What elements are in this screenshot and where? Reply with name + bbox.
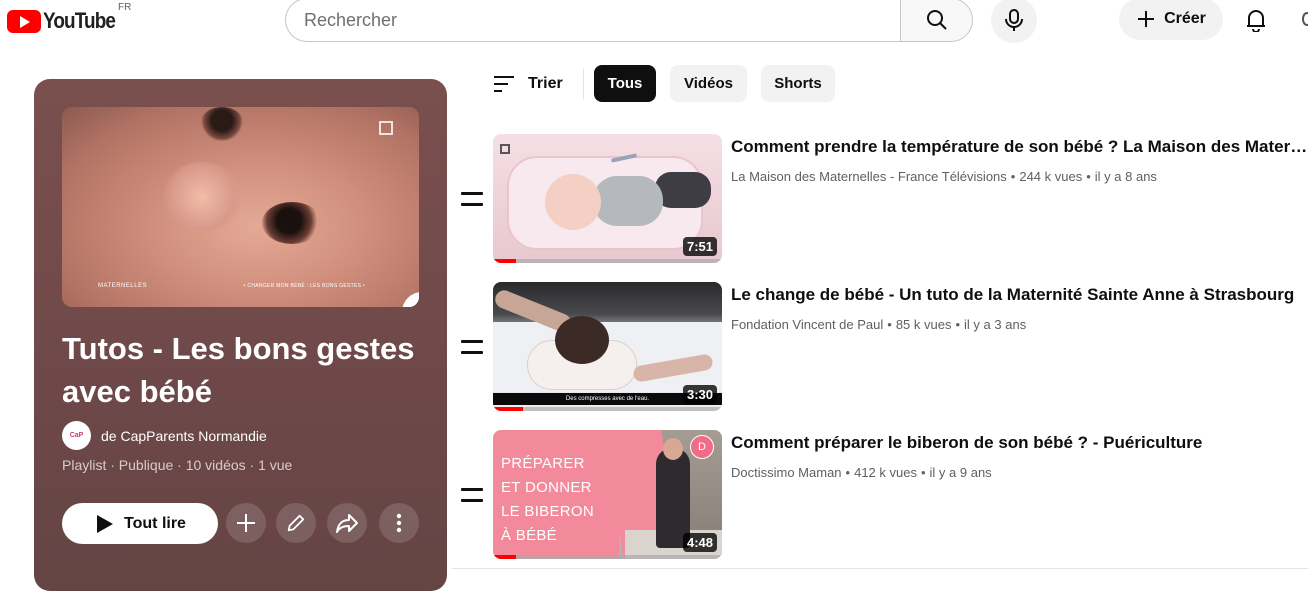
thumb-eye (200, 107, 244, 141)
video-meta: Doctissimo Maman • 412 k vues • il y a 9 ans (731, 465, 992, 480)
logo-text: YouTube (43, 8, 116, 33)
video-channel[interactable]: La Maison des Maternelles - France Télév… (731, 169, 1007, 184)
video-channel[interactable]: Fondation Vincent de Paul (731, 317, 883, 332)
playlist-video-row[interactable]: Des compresses avec de l'eau. 3:30 Le ch… (452, 282, 1308, 417)
plus-icon (237, 514, 255, 532)
video-channel[interactable]: Doctissimo Maman (731, 465, 842, 480)
video-meta: La Maison des Maternelles - France Télév… (731, 169, 1157, 184)
notifications-button[interactable] (1236, 0, 1276, 40)
drag-handle-icon[interactable] (461, 340, 483, 354)
chip-shorts[interactable]: Shorts (761, 65, 835, 102)
play-all-button[interactable]: Tout lire (62, 503, 218, 544)
video-title[interactable]: Comment préparer le biberon de son bébé … (731, 431, 1308, 455)
playlist-thumbnail[interactable]: MATERNELLES • CHANGER MON BÉBÉ : LES BON… (62, 107, 419, 307)
pencil-icon (411, 301, 419, 307)
video-title[interactable]: Comment prendre la température de son bé… (731, 135, 1308, 159)
video-age: il y a 8 ans (1094, 169, 1157, 184)
watch-progress-bar (493, 407, 722, 411)
video-age: il y a 9 ans (929, 465, 992, 480)
playlist-owner[interactable]: CaP de CapParents Normandie (62, 421, 267, 450)
share-icon (336, 514, 358, 533)
edit-playlist-button[interactable] (276, 503, 316, 543)
video-thumbnail[interactable]: PRÉPARER ET DONNER LE BIBERON À BÉBÉ D 4… (493, 430, 722, 559)
create-label: Créer (1164, 10, 1206, 27)
voice-search-button[interactable] (991, 0, 1037, 43)
search-bar (285, 0, 973, 42)
masthead: YouTube FR Créer (0, 0, 1308, 43)
create-button[interactable]: Créer (1119, 0, 1223, 40)
search-button[interactable] (900, 0, 973, 42)
pencil-icon (287, 514, 305, 532)
more-vertical-icon (396, 513, 402, 533)
country-code: FR (118, 2, 132, 13)
thumb-badge: D (690, 435, 714, 459)
video-meta: Fondation Vincent de Paul • 85 k vues • il y… (731, 317, 1027, 332)
video-views: 412 k vues (854, 465, 917, 480)
thumb-face (162, 162, 242, 232)
video-duration: 3:30 (682, 385, 717, 404)
play-icon (97, 514, 114, 533)
play-all-label: Tout lire (124, 514, 186, 532)
search-input[interactable] (285, 0, 900, 42)
playlist-meta: Playlist · Publique · 10 vidéos · 1 vue (62, 457, 293, 473)
share-button[interactable] (327, 503, 367, 543)
drag-handle-icon[interactable] (461, 192, 483, 206)
sort-button[interactable]: Trier (492, 68, 563, 100)
list-divider (452, 568, 1308, 569)
owner-avatar: CaP (62, 421, 91, 450)
channel-logo-icon (379, 121, 393, 135)
playlist-video-row[interactable]: 7:51 Comment prendre la température de s… (452, 134, 1308, 269)
thumb-eye (262, 202, 322, 244)
add-to-playlist-button[interactable] (226, 503, 266, 543)
bell-icon (1247, 10, 1265, 32)
playlist-header-card: MATERNELLES • CHANGER MON BÉBÉ : LES BON… (34, 79, 447, 591)
playlist-video-row[interactable]: PRÉPARER ET DONNER LE BIBERON À BÉBÉ D 4… (452, 430, 1308, 565)
search-icon (926, 10, 947, 30)
video-views: 85 k vues (895, 317, 952, 332)
sort-icon (494, 76, 514, 92)
youtube-logo[interactable]: YouTube (7, 8, 127, 34)
watch-progress-bar (493, 555, 722, 559)
video-duration: 4:48 (682, 533, 717, 552)
more-actions-button[interactable] (379, 503, 419, 543)
thumb-band-text: • CHANGER MON BÉBÉ : LES BONS GESTES • (243, 283, 365, 289)
edit-thumbnail-button[interactable] (402, 292, 419, 307)
video-thumbnail[interactable]: 7:51 (493, 134, 722, 263)
owner-name: de CapParents Normandie (101, 427, 267, 444)
video-thumbnail[interactable]: Des compresses avec de l'eau. 3:30 (493, 282, 722, 411)
watch-progress-bar (493, 259, 722, 263)
video-duration: 7:51 (682, 237, 717, 256)
video-views: 244 k vues (1019, 169, 1083, 184)
sort-label: Trier (528, 75, 563, 92)
microphone-icon (1005, 9, 1023, 31)
channel-logo-icon (500, 144, 510, 154)
drag-handle-icon[interactable] (461, 488, 483, 502)
chip-videos[interactable]: Vidéos (670, 65, 747, 102)
video-age: il y a 3 ans (964, 317, 1027, 332)
thumb-brand: MATERNELLES (98, 283, 148, 289)
video-title[interactable]: Le change de bébé - Un tuto de la Matern… (731, 283, 1308, 307)
chip-divider (583, 68, 584, 100)
account-avatar[interactable] (1302, 12, 1308, 26)
thumb-text: PRÉPARER ET DONNER LE BIBERON À BÉBÉ (501, 455, 595, 544)
chip-all[interactable]: Tous (594, 65, 656, 102)
youtube-play-icon (7, 9, 41, 33)
plus-icon (1138, 11, 1155, 27)
playlist-title: Tutos - Les bons gestes avec bébé (62, 331, 415, 409)
